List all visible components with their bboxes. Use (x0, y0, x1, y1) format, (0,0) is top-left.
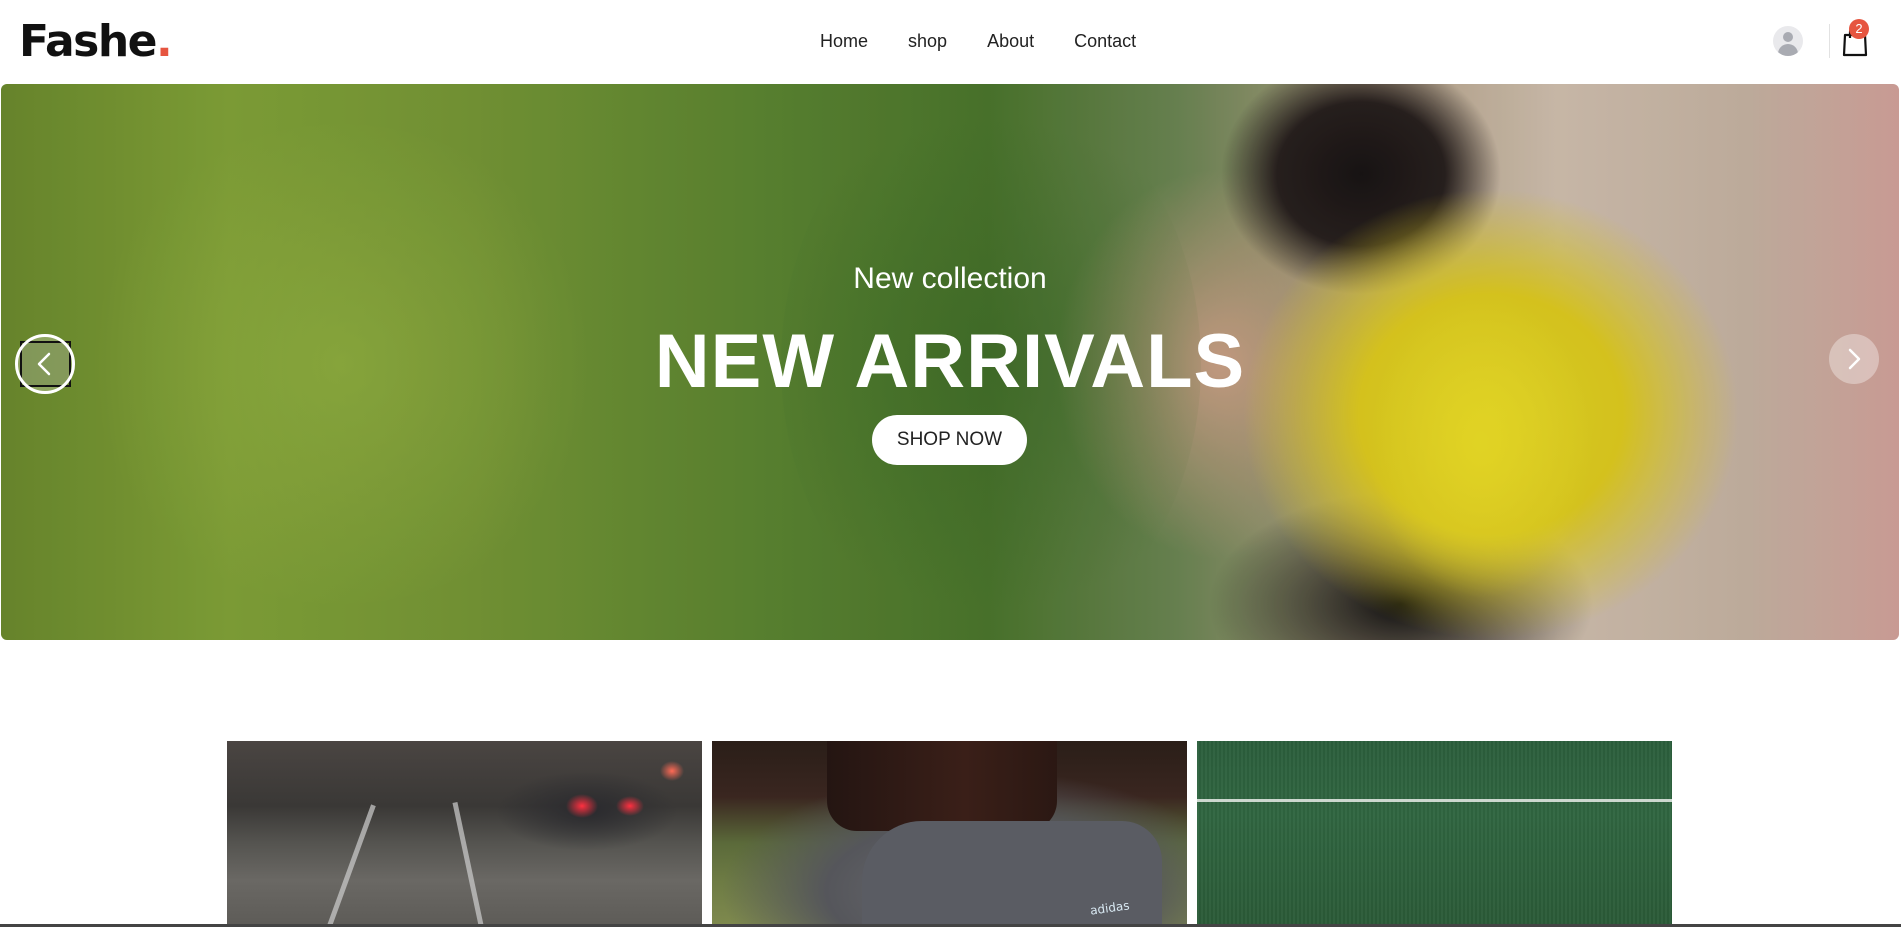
chevron-left-icon (37, 352, 51, 376)
logo-dot: . (156, 16, 173, 67)
hero-slider: New collection NEW ARRIVALS SHOP NOW (1, 84, 1899, 640)
nav-contact[interactable]: Contact (1074, 30, 1136, 52)
banner-pants (827, 741, 1057, 831)
page: Fashe. Home shop About Contact 2 New col… (0, 0, 1901, 927)
category-banner-2[interactable]: adidas (712, 741, 1187, 927)
avatar-head (1783, 32, 1793, 42)
shop-now-button[interactable]: SHOP NOW (872, 415, 1027, 465)
road-line (323, 804, 376, 927)
site-header: Fashe. Home shop About Contact 2 (0, 0, 1901, 84)
cart-count-badge: 2 (1849, 19, 1869, 39)
nav-shop[interactable]: shop (908, 30, 947, 52)
avatar-body (1778, 44, 1798, 56)
field-line (1197, 799, 1672, 802)
user-avatar-icon[interactable] (1773, 26, 1803, 56)
slider-next-button[interactable] (1829, 334, 1879, 384)
header-divider (1829, 24, 1830, 58)
road-line (452, 802, 487, 927)
logo-text: Fashe (19, 16, 158, 67)
nav-home[interactable]: Home (820, 30, 868, 52)
slider-prev-button[interactable] (15, 334, 75, 394)
category-banner-1[interactable] (227, 741, 702, 927)
site-logo[interactable]: Fashe. (19, 14, 173, 70)
hero-title: NEW ARRIVALS (654, 319, 1246, 404)
turf-texture (1197, 741, 1672, 927)
main-nav: Home shop About Contact (820, 30, 1176, 52)
category-banner-3[interactable] (1197, 741, 1672, 927)
nav-about[interactable]: About (987, 30, 1034, 52)
hero-subtitle: New collection (853, 262, 1047, 295)
chevron-right-icon (1848, 348, 1861, 370)
